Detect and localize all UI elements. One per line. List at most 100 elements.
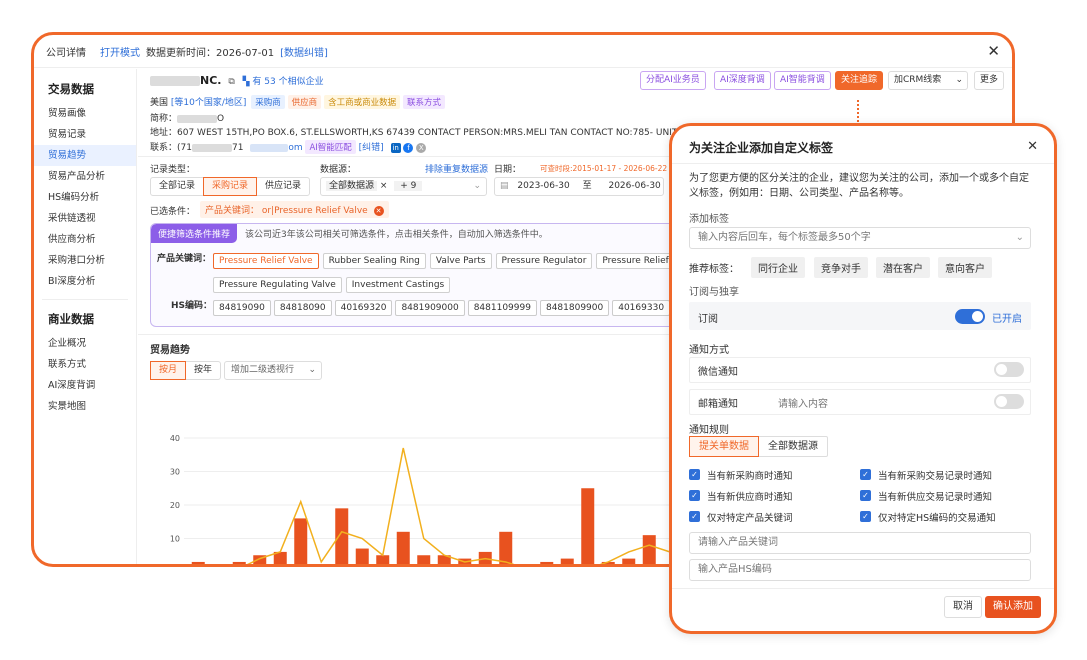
chevron-down-icon: ⌄: [1015, 232, 1024, 243]
check-icon[interactable]: ✓: [689, 490, 700, 501]
ai-match-badge[interactable]: AI智能匹配: [305, 140, 356, 154]
keyword-chip[interactable]: Rubber Sealing Ring: [322, 253, 426, 269]
y-tick-label: 20: [170, 501, 180, 510]
rec-tag-peer[interactable]: 同行企业: [751, 257, 805, 278]
selected-chip[interactable]: 产品关键词： or|Pressure Relief Valve ✕: [200, 201, 389, 218]
company-meta-row: 美国 [等10个国家/地区] 采购商 供应商 含工商或商业数据 联系方式: [150, 95, 445, 109]
rule-keyword-only: 仅对特定产品关键词: [707, 513, 793, 524]
tag-contact: 联系方式: [402, 95, 445, 109]
hs-chip[interactable]: 8481809900: [539, 300, 610, 316]
pivot-select[interactable]: 增加二级透视行 ⌄: [224, 361, 322, 380]
sidebar-section-trade: 交易数据: [48, 82, 94, 96]
company-icon: ▚: [242, 77, 250, 87]
hs-input[interactable]: 输入产品HS编码: [689, 559, 1031, 581]
tab-by-year[interactable]: 按年: [186, 362, 220, 379]
tab-purchase-records[interactable]: 采购记录: [203, 177, 258, 196]
ai-deep-button[interactable]: AI深度背调: [714, 71, 771, 90]
date-range-hint: 可查时段:2015-01-17 - 2026-06-22: [540, 164, 668, 173]
open-mode-link[interactable]: 打开模式: [100, 44, 140, 59]
chevron-down-icon: ⌄: [473, 181, 481, 191]
check-icon[interactable]: ✓: [689, 511, 700, 522]
sidebar-item-ai-research[interactable]: AI深度背调: [34, 375, 136, 396]
keyword-chip[interactable]: Valve Parts: [429, 253, 492, 269]
assign-ai-button[interactable]: 分配AI业务员: [640, 71, 706, 90]
tag-input[interactable]: 输入内容后回车，每个标签最多50个字 ⌄: [689, 227, 1031, 249]
bar: [622, 558, 636, 564]
ai-smart-button[interactable]: AI智能背调: [774, 71, 831, 90]
hs-chip[interactable]: 8481109999: [467, 300, 537, 316]
hs-chip[interactable]: 40169330: [612, 300, 671, 316]
sidebar-item-trade-profile[interactable]: 贸易画像: [34, 103, 136, 124]
facebook-icon[interactable]: f: [403, 143, 414, 153]
rule-hs-only: 仅对特定HS编码的交易通知: [878, 513, 996, 524]
close-icon[interactable]: ✕: [1027, 139, 1038, 154]
selected-conditions-label: 已选条件：: [150, 207, 196, 217]
bar: [417, 555, 431, 564]
follow-button[interactable]: 关注追踪: [835, 71, 884, 90]
hs-label: HS编码：: [171, 301, 213, 311]
cancel-button[interactable]: 取消: [944, 596, 982, 618]
rec-tag-intent[interactable]: 意向客户: [938, 257, 992, 278]
keyword-chip[interactable]: Pressure Relief Valve: [213, 253, 319, 269]
add-crm-button[interactable]: 加CRM线索 ⌄: [888, 71, 968, 90]
date-range-picker[interactable]: ▤ 2023-06-30 至 2026-06-30: [494, 177, 664, 196]
remove-icon[interactable]: ✕: [373, 206, 384, 216]
source-label: 数据源：: [320, 165, 357, 175]
sidebar-item-contacts[interactable]: 联系方式: [34, 354, 136, 375]
mail-input[interactable]: 请输入内容: [778, 395, 828, 410]
sidebar-item-bi-analysis[interactable]: BI深度分析: [34, 271, 136, 292]
hs-chip[interactable]: 40169320: [334, 300, 393, 316]
subscription-section: 订阅与独享: [689, 287, 739, 298]
tab-all-sources[interactable]: 全部数据源: [759, 437, 827, 456]
sidebar-item-port-analysis[interactable]: 采购港口分析: [34, 250, 136, 271]
sidebar-item-trade-trend[interactable]: 贸易趋势: [34, 145, 136, 166]
sidebar-item-supplier-analysis[interactable]: 供应商分析: [34, 229, 136, 250]
tab-all-records[interactable]: 全部记录: [151, 178, 203, 195]
sidebar-item-product-analysis[interactable]: 贸易产品分析: [34, 166, 136, 187]
check-icon[interactable]: ✓: [689, 469, 700, 480]
tab-supply-records[interactable]: 供应记录: [257, 178, 309, 195]
sidebar-item-trade-records[interactable]: 贸易记录: [34, 124, 136, 145]
confirm-add-button[interactable]: 确认添加: [985, 596, 1041, 618]
source-select[interactable]: 全部数据源 × + 9 ⌄: [320, 177, 487, 196]
wechat-toggle[interactable]: [994, 362, 1024, 377]
bar: [642, 535, 656, 564]
subscribe-toggle[interactable]: [955, 309, 985, 324]
hs-chip[interactable]: 8481909000: [395, 300, 465, 316]
copy-icon[interactable]: ⧉: [228, 77, 234, 87]
more-button[interactable]: 更多: [974, 71, 1005, 90]
exclude-duplicates-link[interactable]: 排除重复数据源: [425, 162, 488, 175]
tab-bill-data[interactable]: 提关单数据: [689, 436, 759, 457]
keyword-chip[interactable]: Investment Castings: [345, 277, 451, 293]
rec-tag-competitor[interactable]: 竞争对手: [814, 257, 868, 278]
rules-label: 通知规则: [689, 425, 729, 436]
modal-intro: 为了您更方便的区分关注的企业，建议您为关注的公司，添加一个或多个自定义标签，例如…: [689, 173, 1029, 199]
tab-by-month[interactable]: 按月: [150, 361, 187, 380]
x-icon[interactable]: X: [416, 143, 427, 153]
mail-toggle[interactable]: [994, 394, 1024, 409]
sidebar-item-map[interactable]: 实景地图: [34, 396, 136, 417]
rule-source-tabs: 提关单数据 全部数据源: [689, 436, 828, 457]
check-icon[interactable]: ✓: [860, 511, 871, 522]
data-feedback-link[interactable]: [数据纠错]: [280, 44, 328, 59]
country-more-link[interactable]: [等10个国家/地区]: [171, 98, 247, 108]
sidebar-item-supply-chain[interactable]: 采供链透视: [34, 208, 136, 229]
quick-filter-panel: 便捷筛选条件推荐 该公司近3年该公司相关可筛选条件，点击相关条件，自动加入筛选条…: [150, 223, 730, 327]
keyword-input[interactable]: 请输入产品关键词: [689, 532, 1031, 554]
correct-link[interactable]: [纠错]: [359, 143, 384, 153]
quick-filter-desc: 该公司近3年该公司相关可筛选条件，点击相关条件，自动加入筛选条件中。: [245, 230, 548, 240]
close-icon[interactable]: ✕: [987, 42, 1000, 60]
keyword-chip[interactable]: Pressure Regulating Valve: [213, 277, 342, 293]
contact-row: 联系：(71 71 om AI智能匹配 [纠错] in f X: [150, 140, 427, 154]
keyword-chip[interactable]: Pressure Regulator: [495, 253, 593, 269]
linkedin-icon[interactable]: in: [390, 143, 401, 153]
check-icon[interactable]: ✓: [860, 469, 871, 480]
similar-companies-link[interactable]: ▚ 有 53 个相似企业: [243, 77, 324, 87]
sidebar-item-hs-analysis[interactable]: HS编码分析: [34, 187, 136, 208]
sidebar-item-overview[interactable]: 企业概况: [34, 333, 136, 354]
hs-chip[interactable]: 84818090: [273, 300, 332, 316]
check-icon[interactable]: ✓: [860, 490, 871, 501]
hs-row: 84819090 84818090 40169320 8481909000 848110…: [213, 295, 717, 316]
rec-tag-potential[interactable]: 潜在客户: [876, 257, 930, 278]
hs-chip[interactable]: 84819090: [213, 300, 271, 316]
